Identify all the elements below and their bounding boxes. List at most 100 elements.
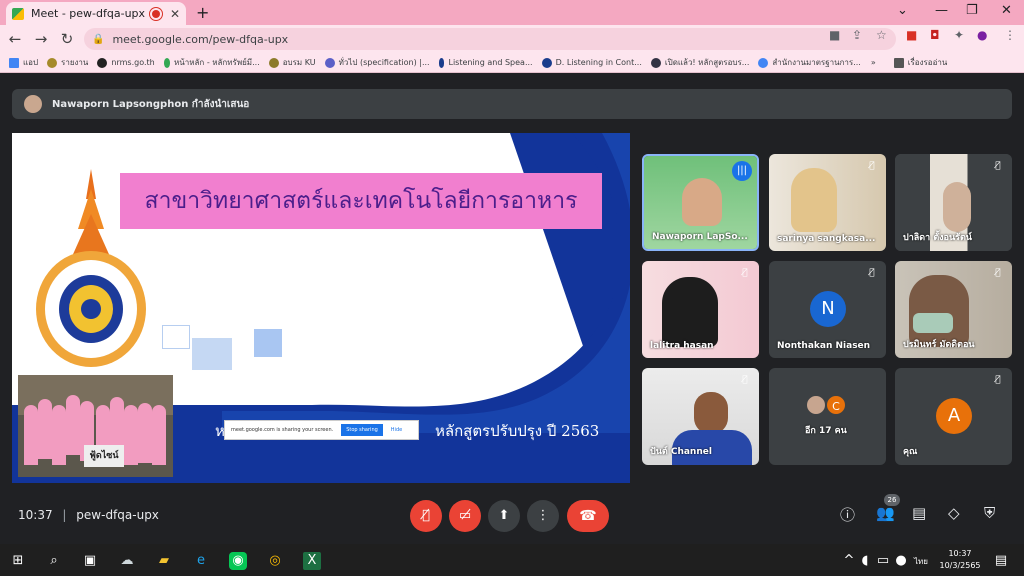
participant-video xyxy=(791,168,837,232)
back-icon[interactable]: ← xyxy=(4,30,26,48)
participant-name: ปาลิดา ตั้งอนรัตน์ xyxy=(903,233,972,243)
muted-mic-icon: 🎙̸ xyxy=(995,268,1001,278)
pdf-extension-icon[interactable]: ■ xyxy=(906,28,917,42)
extensions-puzzle-icon[interactable]: ✦ xyxy=(954,28,964,42)
participant-name: ปันต์ Channel xyxy=(650,447,712,457)
muted-mic-icon: 🎙̸ xyxy=(995,161,1001,171)
reload-icon[interactable]: ↻ xyxy=(56,30,78,48)
microphone-tray-icon[interactable]: ● xyxy=(894,552,908,570)
weather-icon[interactable]: ☁ xyxy=(118,552,136,570)
meeting-details-icon[interactable]: ⓘ xyxy=(840,504,855,525)
close-window-button[interactable]: ✕ xyxy=(1001,3,1012,18)
face-mask-shape xyxy=(913,313,953,333)
activities-icon[interactable]: ◇ xyxy=(948,504,960,522)
close-tab-icon[interactable]: ✕ xyxy=(170,7,180,21)
participant-tile[interactable]: ||| Nawaporn LapSo... xyxy=(642,154,759,251)
profile-avatar-icon[interactable]: ● xyxy=(977,28,987,42)
participant-name: ปรมินทร์ มัดดิตอน xyxy=(903,340,975,350)
network-icon[interactable]: ▭ xyxy=(876,552,890,570)
participant-tile[interactable]: 🎙̸ ปันต์ Channel xyxy=(642,368,759,465)
tray-overflow-icon[interactable]: ^ xyxy=(842,552,856,570)
bookmark-item[interactable]: Listening and Spea... xyxy=(438,57,533,68)
line-app-icon[interactable]: ◉ xyxy=(229,552,247,570)
bookmark-favicon-icon xyxy=(650,57,661,68)
bookmark-apps[interactable]: แอป xyxy=(9,56,38,69)
bookmark-favicon-icon xyxy=(438,57,445,68)
bookmark-item[interactable]: เปิดแล้ว! หลักสูตรอบร... xyxy=(650,56,749,69)
meeting-controls: 10:37 | pew-dfqa-upx 🎙̸ ▭̸ ⬆ ⋮ ☎ ⓘ 👥 26 … xyxy=(0,492,1024,540)
task-view-icon[interactable]: ▣ xyxy=(81,552,99,570)
people-icon[interactable]: 👥 xyxy=(876,504,895,522)
tab-meet[interactable]: Meet - pew-dfqa-upx ✕ xyxy=(6,2,186,25)
bookmark-star-icon[interactable]: ☆ xyxy=(876,28,887,42)
host-controls-icon[interactable]: ⛨ xyxy=(984,504,995,522)
screen-share-notice: meet.google.com is sharing your screen. … xyxy=(224,420,419,440)
file-explorer-icon[interactable]: ▰ xyxy=(155,552,173,570)
participant-tile[interactable]: 🎙̸ ปรมินทร์ มัดดิตอน xyxy=(895,261,1012,358)
muted-mic-icon: 🎙̸ xyxy=(742,268,748,278)
bookmarks-bar: แอป รายงาน nrms.go.th หน้าหลัก - หลักทรั… xyxy=(0,53,1024,73)
meet-favicon-icon xyxy=(12,7,24,20)
lock-icon: 🔒 xyxy=(92,33,105,45)
forward-icon[interactable]: → xyxy=(30,30,52,48)
hide-notice-button[interactable]: Hide xyxy=(391,427,402,433)
bookmark-item[interactable]: รายงาน xyxy=(47,56,88,69)
excel-icon[interactable]: X xyxy=(303,552,321,570)
participant-tile[interactable]: N 🎙̸ Nonthakan Niasen xyxy=(769,261,886,358)
edge-icon[interactable]: e xyxy=(192,552,210,570)
chrome-menu-icon[interactable]: ⋮ xyxy=(1004,28,1016,42)
end-call-button[interactable]: ☎ xyxy=(567,500,609,532)
more-participants-tile[interactable]: C อีก 17 คน xyxy=(769,368,886,465)
taskbar-clock[interactable]: 10:37 10/3/2565 xyxy=(938,548,982,572)
mic-off-button[interactable]: 🎙̸ xyxy=(410,500,442,532)
tab-search-icon[interactable]: ⌄ xyxy=(897,3,908,18)
university-emblem-icon xyxy=(36,169,146,367)
share-icon[interactable]: ⇪ xyxy=(852,28,862,42)
notifications-icon[interactable]: ▤ xyxy=(992,552,1010,570)
camera-icon[interactable]: ■ xyxy=(829,28,840,42)
participant-video xyxy=(662,277,718,347)
camera-off-button[interactable]: ▭̸ xyxy=(449,500,481,532)
chrome-icon[interactable]: ◎ xyxy=(266,552,284,570)
windows-start-icon[interactable]: ⊞ xyxy=(9,552,27,570)
windows-taskbar: ⊞ ⌕ ▣ ☁ ▰ e ◉ ◎ X ^ ◖ ▭ ● ไทย 10:37 10/3… xyxy=(0,544,1024,576)
reading-list[interactable]: เรื่องรออ่าน xyxy=(893,56,947,69)
muted-mic-icon: 🎙̸ xyxy=(869,268,875,278)
new-tab-button[interactable]: + xyxy=(196,3,209,22)
self-tile[interactable]: A 🎙̸ คุณ xyxy=(895,368,1012,465)
bookmark-item[interactable]: อบรม KU xyxy=(268,56,316,69)
participant-avatar: A xyxy=(936,398,972,434)
bookmark-item[interactable]: D. Listening in Cont... xyxy=(541,57,642,68)
participant-tile[interactable]: 🎙̸ sarinya sangkasa... xyxy=(769,154,886,251)
muted-mic-icon: 🎙̸ xyxy=(869,161,875,171)
volume-icon[interactable]: ◖ xyxy=(858,552,872,570)
participant-tile[interactable]: 🎙̸ lalitra hasan xyxy=(642,261,759,358)
muted-mic-icon: 🎙̸ xyxy=(742,375,748,385)
bookmark-item[interactable]: สำนักงานมาตรฐานการ... xyxy=(758,56,861,69)
input-language[interactable]: ไทย xyxy=(914,555,928,568)
teams-icon xyxy=(324,57,335,68)
minimize-button[interactable]: — xyxy=(935,3,948,18)
maximize-button[interactable]: ❐ xyxy=(966,3,978,18)
more-options-button[interactable]: ⋮ xyxy=(527,500,559,532)
bookmark-favicon-icon xyxy=(541,57,552,68)
bookmark-favicon-icon xyxy=(97,57,108,68)
group-photo: ฟู้ดไซน์ xyxy=(18,375,173,477)
bookmark-favicon-icon xyxy=(268,57,279,68)
bookmarks-overflow-icon[interactable]: » xyxy=(871,58,876,67)
address-bar[interactable]: 🔒 meet.google.com/pew-dfqa-upx xyxy=(84,28,896,50)
chat-icon[interactable]: ▤ xyxy=(912,504,926,522)
extension-icon[interactable]: ◘ xyxy=(930,28,940,42)
present-screen-button[interactable]: ⬆ xyxy=(488,500,520,532)
participant-tile[interactable]: 🎙̸ ปาลิดา ตั้งอนรัตน์ xyxy=(895,154,1012,251)
tab-title: Meet - pew-dfqa-upx xyxy=(31,7,146,20)
participant-video xyxy=(682,178,722,226)
bookmark-item[interactable]: หน้าหลัก - หลักทรัพย์มี... xyxy=(163,56,260,69)
bookmark-item[interactable]: ทั่วไป (specification) |... xyxy=(324,56,430,69)
bookmark-item[interactable]: nrms.go.th xyxy=(97,57,155,68)
participant-name: คุณ xyxy=(903,447,918,457)
participant-name: Nawaporn LapSo... xyxy=(652,232,748,242)
search-icon[interactable]: ⌕ xyxy=(45,552,63,570)
participant-avatar xyxy=(805,394,827,416)
stop-sharing-button[interactable]: Stop sharing xyxy=(341,424,383,436)
